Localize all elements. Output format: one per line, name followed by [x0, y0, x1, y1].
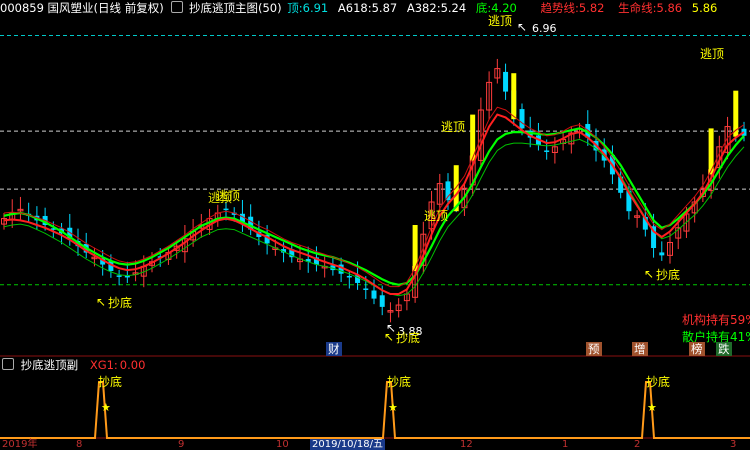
candle-body — [379, 295, 385, 307]
lock-icon[interactable] — [2, 358, 14, 370]
axis-month-8: 8 — [76, 439, 83, 450]
bottom-arrow-3: ↖ — [644, 267, 655, 281]
escape-label-overlap: 逃顶 — [208, 191, 233, 205]
escape-label-3: 逃顶 — [424, 209, 449, 223]
trend-line-green — [3, 127, 745, 286]
drop-badge[interactable]: 跌 — [716, 342, 732, 356]
escape-label-2: 逃顶 — [441, 120, 466, 134]
candle-body — [116, 275, 122, 277]
candle-body — [503, 71, 509, 92]
life-line-red — [3, 113, 745, 295]
sub-panel-header: 抄底逃顶副 XG1: 0.00 — [0, 357, 750, 373]
bottom-arrow-1: ↖ — [96, 295, 107, 309]
axis-month-12: 12 — [460, 439, 473, 450]
increase-badge[interactable]: 增 — [632, 342, 648, 356]
xg1-label: XG1: — [89, 358, 118, 372]
institution-holding: 机构持有59% — [682, 313, 750, 327]
ma-line-green-thin — [3, 138, 745, 297]
candle-body — [519, 109, 525, 129]
finance-badge[interactable]: 财 — [326, 342, 342, 356]
candle-body — [544, 150, 550, 152]
star-icon: ★ — [388, 401, 398, 414]
sub-bottom-label-3: 抄底 — [646, 375, 671, 389]
axis-year: 2019年 — [2, 439, 38, 450]
sub-panel-title[interactable]: 抄底逃顶副 — [21, 358, 79, 372]
bottom-label-3: 抄底 — [656, 268, 681, 282]
moving-averages — [3, 106, 745, 297]
star-icon: ★ — [101, 401, 111, 414]
price-high-arrow: ↖ — [517, 20, 528, 34]
axis-month-3: 3 — [730, 439, 737, 450]
sub-bottom-label-2: 抄底 — [387, 375, 412, 389]
sub-bottom-label-1: 抄底 — [98, 375, 123, 389]
escape-label-5: 逃顶 — [700, 47, 725, 61]
sub-panel-chart — [0, 381, 750, 439]
ranking-badge[interactable]: 榜 — [689, 342, 705, 356]
axis-month-2: 2 — [634, 439, 641, 450]
axis-month-9: 9 — [178, 439, 185, 450]
star-icon: ★ — [647, 401, 657, 414]
price-high-label: 6.96 — [532, 22, 557, 35]
axis-cursor-date[interactable]: 2019/10/18/五 — [310, 439, 386, 450]
xg1-signal-line — [0, 381, 750, 439]
candle-body — [371, 290, 377, 299]
xg1-value: 0.00 — [119, 358, 146, 372]
axis-month-1: 1 — [562, 439, 569, 450]
axis-month-10: 10 — [276, 439, 289, 450]
bottom-label-1: 抄底 — [108, 296, 133, 310]
signal-bar — [511, 73, 517, 120]
bottom-arrow-2: ↖ — [384, 330, 395, 344]
candle-body — [346, 275, 352, 278]
candle-body — [363, 288, 369, 290]
bottom-label-2: 抄底 — [396, 331, 421, 345]
candle-body — [659, 252, 665, 256]
candle-body — [223, 208, 229, 211]
forecast-badge[interactable]: 预 — [586, 342, 602, 356]
escape-label-4: 逃顶 — [488, 14, 513, 28]
